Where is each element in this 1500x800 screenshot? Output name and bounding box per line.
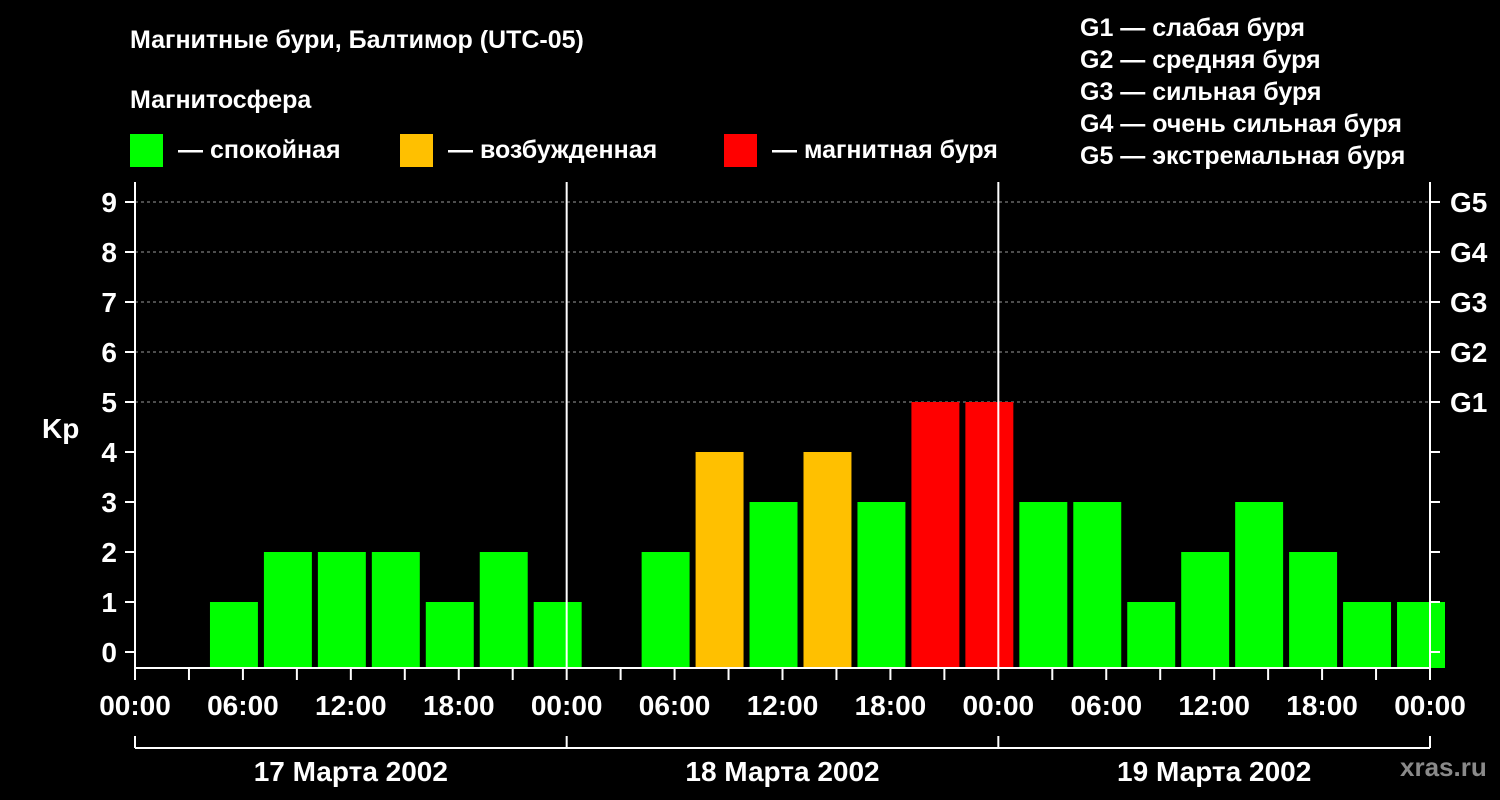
bar-11 [749, 502, 798, 668]
grid [135, 201, 1430, 403]
x-ticks: 00:00 06:00 12:00 18:00 00:00 06:00 12:00 18:00… [99, 668, 1466, 721]
day-labels: 17 Марта 2002 18 Марта 2002 19 Марта 2002 [134, 736, 1431, 787]
legend-label-storm: — магнитная буря [772, 136, 998, 164]
bar-18 [1127, 602, 1176, 668]
x-tick-label-6: 12:00 [747, 690, 819, 721]
bar-6 [479, 552, 528, 668]
storm-legend-g1: G1 — слабая буря [1080, 14, 1305, 42]
x-tick-label-7: 18:00 [855, 690, 927, 721]
y-tick-label-6: 6 [101, 337, 117, 368]
y-tick-label-2: 2 [101, 537, 117, 568]
legend-label-quiet: — спокойная [178, 136, 341, 164]
y-tick-label-3: 3 [101, 487, 117, 518]
chart-title: Магнитные бури, Балтимор (UTC-05) [130, 26, 584, 54]
bar-1 [209, 602, 258, 668]
bar-7 [533, 602, 582, 668]
x-tick-label-1: 06:00 [207, 690, 279, 721]
x-tick-label-8: 00:00 [963, 690, 1035, 721]
bar-9 [641, 552, 690, 668]
y-tick-label-7: 7 [101, 287, 117, 318]
legend-swatch-quiet [130, 134, 163, 167]
legend-label-active: — возбужденная [448, 136, 657, 164]
day-label-0: 17 Марта 2002 [254, 756, 448, 787]
bar-15 [965, 402, 1014, 668]
y-tick-label-1: 1 [101, 587, 117, 618]
legend-swatch-active [400, 134, 433, 167]
right-label-g2: G2 [1450, 337, 1487, 368]
kp-chart: Магнитные бури, Балтимор (UTC-05) Магнит… [42, 14, 1488, 787]
right-label-g5: G5 [1450, 187, 1487, 218]
storm-legend-g4: G4 — очень сильная буря [1080, 110, 1402, 138]
x-tick-label-3: 18:00 [423, 690, 495, 721]
storm-legend-g5: G5 — экстремальная буря [1080, 142, 1405, 170]
right-ticks: G1 G2 G3 G4 G5 [1430, 187, 1488, 653]
bar-4 [371, 552, 420, 668]
bar-13 [857, 502, 906, 668]
bar-23 [1397, 602, 1445, 668]
right-label-g4: G4 [1450, 237, 1488, 268]
bar-2 [263, 552, 312, 668]
x-tick-label-9: 06:00 [1070, 690, 1142, 721]
right-label-g1: G1 [1450, 387, 1487, 418]
bar-5 [425, 602, 474, 668]
bar-14 [911, 402, 960, 668]
x-tick-label-5: 06:00 [639, 690, 711, 721]
y-tick-label-5: 5 [101, 387, 117, 418]
bar-17 [1073, 502, 1122, 668]
legend-swatch-storm [724, 134, 757, 167]
bar-19 [1181, 552, 1230, 668]
y-ticks: 0 1 2 3 4 5 6 7 8 9 [101, 187, 135, 668]
day-label-2: 19 Марта 2002 [1117, 756, 1311, 787]
x-tick-label-2: 12:00 [315, 690, 387, 721]
category-legend: — спокойная — возбужденная — магнитная б… [130, 134, 998, 167]
y-tick-label-9: 9 [101, 187, 117, 218]
bar-20 [1235, 502, 1284, 668]
right-label-g3: G3 [1450, 287, 1487, 318]
watermark: xras.ru [1400, 752, 1487, 782]
storm-legend-g3: G3 — сильная буря [1080, 78, 1322, 106]
day-label-1: 18 Марта 2002 [685, 756, 879, 787]
x-tick-label-11: 18:00 [1286, 690, 1358, 721]
bar-10 [695, 452, 744, 668]
y-tick-label-0: 0 [101, 637, 117, 668]
y-tick-label-8: 8 [101, 237, 117, 268]
bar-16 [1019, 502, 1068, 668]
bar-12 [803, 452, 852, 668]
bar-22 [1343, 602, 1392, 668]
y-axis-label: Kp [42, 413, 79, 444]
storm-legend-g2: G2 — средняя буря [1080, 46, 1321, 74]
storm-scale-legend: G1 — слабая буря G2 — средняя буря G3 — … [1080, 14, 1405, 170]
y-tick-label-4: 4 [101, 437, 117, 468]
x-tick-label-4: 00:00 [531, 690, 603, 721]
bar-21 [1289, 552, 1338, 668]
magnetosphere-title: Магнитосфера [130, 86, 312, 114]
bar-3 [317, 552, 366, 668]
bars [209, 402, 1445, 668]
x-tick-label-0: 00:00 [99, 690, 171, 721]
x-tick-label-12: 00:00 [1394, 690, 1466, 721]
x-tick-label-10: 12:00 [1178, 690, 1250, 721]
